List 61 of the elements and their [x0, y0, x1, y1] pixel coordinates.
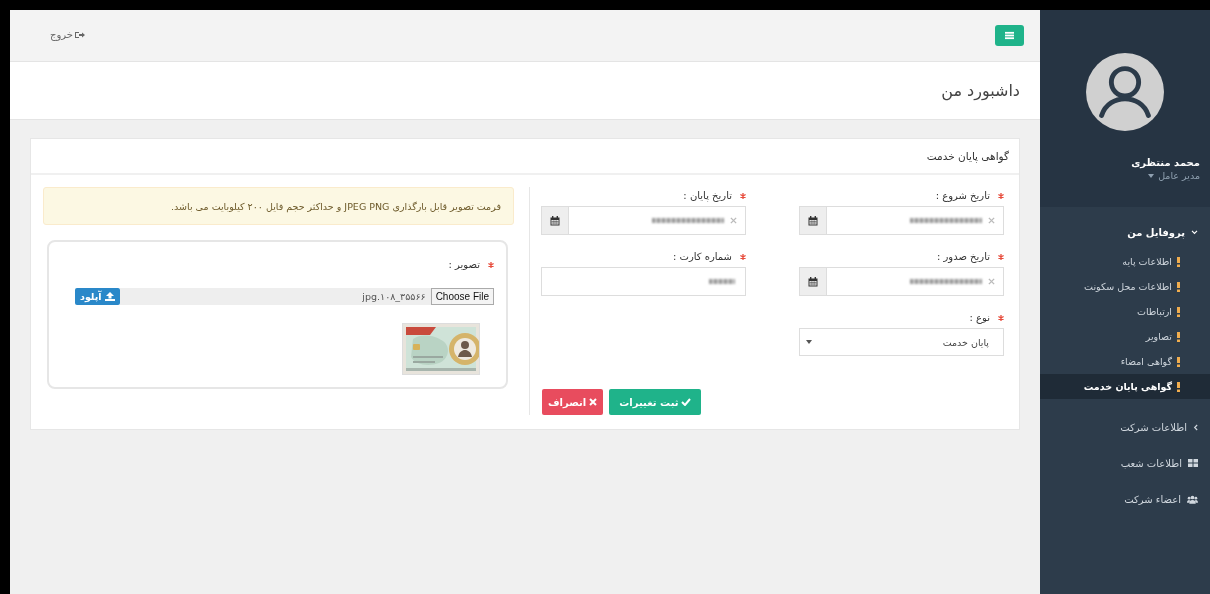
exclamation-icon [1177, 381, 1180, 392]
date-field[interactable] [799, 206, 1004, 235]
submenu-item[interactable]: اطلاعات محل سکونت [1040, 274, 1210, 299]
submenu-item[interactable]: تصاویر [1040, 324, 1210, 349]
blurred-value [652, 218, 724, 223]
card-title: گواهی پایان خدمت [926, 150, 1009, 162]
field-label: شماره کارت : [672, 250, 732, 262]
clear-icon [988, 278, 995, 285]
menu-button[interactable] [995, 25, 1024, 46]
exclamation-icon [1177, 356, 1180, 367]
blurred-value [709, 279, 735, 284]
field-label: تصویر : [448, 258, 480, 270]
check-icon [681, 398, 692, 406]
role-dropdown[interactable]: مدیر عامل [1148, 170, 1210, 181]
submenu-item[interactable]: ارتباطات [1040, 299, 1210, 324]
caret-icon [1148, 173, 1155, 178]
cancel-button[interactable]: انصراف [542, 389, 604, 415]
caret-icon [806, 340, 812, 344]
user-name: محمد منتظری [1131, 157, 1201, 168]
calendar-icon [808, 215, 818, 226]
exclamation-icon [1177, 306, 1180, 317]
notice-alert: فرمت تصویر قابل بارگذاری JPEG PNG و حداکثر حجم فایل ۲۰۰ کیلوبایت می باشد. [43, 187, 514, 225]
menu-item[interactable]: اطلاعات شعب [1040, 445, 1210, 481]
calendar-icon [808, 276, 818, 287]
type-select[interactable]: پایان خدمت [799, 328, 1004, 356]
date-field[interactable] [541, 206, 746, 235]
upload-icon [104, 292, 115, 301]
calendar-addon[interactable] [542, 207, 569, 234]
calendar-addon[interactable] [800, 268, 827, 295]
menu-item[interactable]: اعضاء شرکت [1040, 481, 1210, 517]
submenu-item[interactable]: گواهی امضاء [1040, 349, 1210, 374]
avatar-icon [1086, 53, 1164, 131]
close-icon [589, 398, 598, 406]
field-label: نوع : [969, 311, 990, 323]
menu-icon [1005, 31, 1014, 40]
chevron-down-icon [1191, 229, 1198, 235]
exclamation-icon [1177, 281, 1180, 292]
chevron-left-icon [1193, 423, 1198, 431]
submenu-item[interactable]: اطلاعات پایه [1040, 249, 1210, 274]
exclamation-icon [1177, 331, 1180, 342]
logout-link[interactable]: خروج [50, 29, 85, 40]
submenu-item[interactable]: گواهی پایان خدمت [1040, 374, 1210, 399]
field-label: تاریخ صدور : [936, 250, 990, 262]
users-icon [1187, 494, 1198, 504]
blurred-value [910, 218, 982, 223]
calendar-icon [550, 215, 560, 226]
page-title: داشبورد من [941, 81, 1020, 100]
calendar-addon[interactable] [800, 207, 827, 234]
field-label: تاریخ پایان : [683, 189, 732, 201]
exclamation-icon [1177, 256, 1180, 267]
grid-icon [1188, 459, 1198, 467]
blurred-value [910, 279, 982, 284]
logout-icon [75, 30, 85, 39]
clear-icon [730, 217, 737, 224]
card-number-field[interactable] [541, 267, 746, 296]
clear-icon [988, 217, 995, 224]
field-label: تاریخ شروع : [935, 189, 990, 201]
menu-item[interactable]: اطلاعات شرکت [1040, 409, 1210, 445]
upload-button[interactable]: آپلود [75, 288, 120, 305]
menu-item[interactable]: پروفایل من [1040, 215, 1210, 249]
date-field[interactable] [799, 267, 1004, 296]
